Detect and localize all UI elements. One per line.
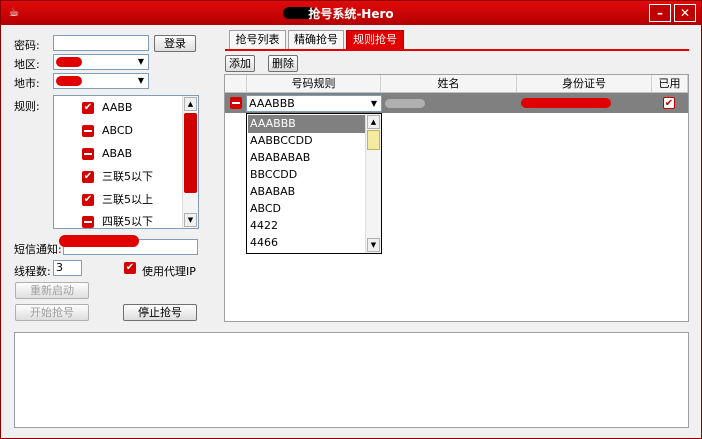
redacted-region-value	[56, 57, 82, 67]
redacted-city-value	[56, 76, 82, 86]
column-header-rule[interactable]: 号码规则	[247, 75, 381, 93]
threads-label: 线程数:	[14, 265, 51, 278]
dropdown-option[interactable]: 4422	[248, 217, 366, 235]
delete-button[interactable]: 删除	[268, 55, 298, 72]
sms-label: 短信通知:	[14, 243, 62, 256]
column-header-id[interactable]: 身份证号	[517, 75, 652, 93]
chevron-down-icon: ▼	[137, 57, 145, 66]
rules-checklist: ✔ AABB ABCD ABAB ✔ 三联5以下 ✔ 三联5以上 四联5以下 ▲…	[53, 95, 199, 229]
scroll-down-icon[interactable]: ▼	[367, 238, 380, 252]
dropdown-scrollbar[interactable]: ▲ ▼	[365, 114, 381, 253]
scroll-up-icon[interactable]: ▲	[367, 115, 380, 129]
password-label: 密码:	[14, 39, 40, 52]
city-label: 地市:	[14, 77, 40, 90]
checkbox-unchecked-icon[interactable]	[82, 125, 94, 137]
restart-button[interactable]: 重新启动	[15, 282, 89, 299]
dropdown-option[interactable]: AAABBB	[248, 115, 366, 133]
tab-precise[interactable]: 精确抢号	[288, 30, 344, 49]
redacted-name-value	[385, 99, 425, 108]
main-window: ☕ 抢号系统-Hero – ✕ 密码: 登录 地区: ▼ 地市: ▼ 规则: ✔…	[0, 0, 702, 439]
checkbox-unchecked-icon[interactable]	[82, 216, 94, 228]
close-icon: ✕	[679, 6, 691, 20]
city-select[interactable]: ▼	[53, 73, 149, 89]
add-button[interactable]: 添加	[225, 55, 255, 72]
rules-label: 规则:	[14, 100, 40, 113]
region-select[interactable]: ▼	[53, 54, 149, 70]
column-header-name[interactable]: 姓名	[381, 75, 517, 93]
rule-combo[interactable]: AAABBB ▼	[246, 95, 382, 112]
checkbox-checked-icon[interactable]: ✔	[82, 102, 94, 114]
dropdown-option[interactable]: ABABABAB	[248, 149, 366, 167]
chevron-down-icon: ▼	[137, 76, 145, 85]
scroll-down-icon[interactable]: ▼	[184, 213, 197, 227]
rule-dropdown-list: AAABBB AABBCCDD ABABABAB BBCCDD ABABAB A…	[246, 113, 382, 254]
used-checkbox[interactable]: ✔	[663, 97, 675, 109]
minimize-icon: –	[657, 6, 663, 20]
checkbox-checked-icon[interactable]: ✔	[82, 194, 94, 206]
close-button[interactable]: ✕	[674, 4, 696, 22]
rules-scrollbar[interactable]: ▲ ▼	[182, 96, 198, 228]
login-button[interactable]: 登录	[154, 35, 196, 52]
redacted-id-value	[521, 98, 611, 108]
chevron-down-icon: ▼	[370, 99, 378, 108]
tab-rules[interactable]: 规则抢号	[346, 30, 404, 49]
password-field[interactable]	[53, 35, 149, 51]
checkbox-unchecked-icon[interactable]	[82, 148, 94, 160]
scroll-thumb[interactable]	[367, 130, 380, 150]
tab-list[interactable]: 抢号列表	[229, 30, 286, 49]
stop-button[interactable]: 停止抢号	[123, 304, 197, 321]
log-output[interactable]	[14, 332, 689, 428]
redacted-sms-value	[59, 235, 139, 247]
row-selector-icon[interactable]	[230, 97, 242, 109]
table-header-corner	[225, 75, 247, 93]
tab-underline	[225, 49, 689, 51]
dropdown-option[interactable]: BBCCDD	[248, 166, 366, 184]
scroll-thumb[interactable]	[184, 113, 197, 193]
proxy-label: 使用代理IP	[142, 265, 196, 278]
column-header-used[interactable]: 已用	[652, 75, 688, 93]
scroll-up-icon[interactable]: ▲	[184, 97, 197, 111]
proxy-checkbox[interactable]: ✔	[124, 262, 136, 274]
dropdown-option[interactable]: 4466	[248, 234, 366, 252]
dropdown-option[interactable]: ABABAB	[248, 183, 366, 201]
dropdown-option[interactable]: AABBCCDD	[248, 132, 366, 150]
rule-combo-value: AAABBB	[249, 97, 295, 110]
checkbox-checked-icon[interactable]: ✔	[82, 171, 94, 183]
dropdown-option[interactable]: ABCD	[248, 200, 366, 218]
title-bar: ☕ 抢号系统-Hero – ✕	[1, 1, 701, 25]
start-button[interactable]: 开始抢号	[15, 304, 89, 321]
window-title: 抢号系统-Hero	[308, 7, 394, 21]
minimize-button[interactable]: –	[649, 4, 671, 22]
region-label: 地区:	[14, 58, 40, 71]
threads-field[interactable]: 3	[53, 260, 82, 276]
